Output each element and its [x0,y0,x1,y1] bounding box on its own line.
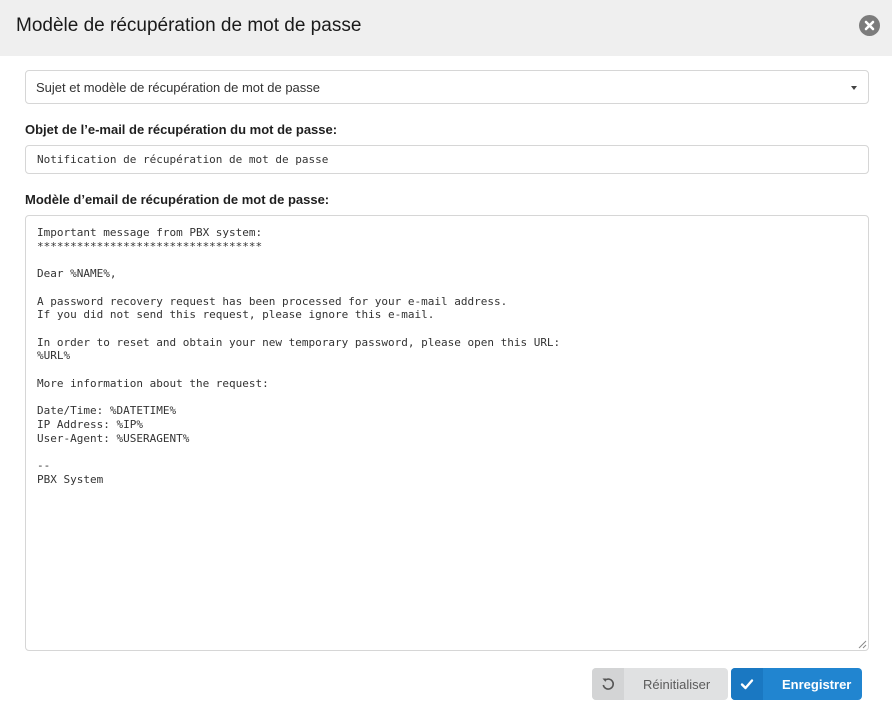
save-button[interactable]: Enregistrer [731,668,862,700]
reset-button[interactable]: Réinitialiser [592,668,728,700]
close-icon [864,20,875,31]
subject-label: Objet de l’e-mail de récupération du mot… [25,122,338,137]
resize-grip-icon[interactable] [858,640,867,649]
close-button[interactable] [859,15,880,36]
save-button-label: Enregistrer [782,677,852,692]
reset-icon-box [592,668,624,700]
modal-title: Modèle de récupération de mot de passe [16,15,362,36]
modal-header: Modèle de récupération de mot de passe [0,0,892,56]
checkmark-icon [740,679,754,690]
dropdown-selected-value: Sujet et modèle de récupération de mot d… [36,80,321,95]
subject-input[interactable]: Notification de récupération de mot de p… [25,145,869,174]
reset-button-label: Réinitialiser [643,677,711,692]
template-body: Important message from PBX system: *****… [37,226,561,486]
template-textarea[interactable]: Important message from PBX system: *****… [25,215,869,651]
save-icon-box [731,668,763,700]
caret-down-icon [851,86,857,90]
undo-icon [602,678,614,690]
template-type-dropdown[interactable]: Sujet et modèle de récupération de mot d… [25,70,869,104]
template-label: Modèle d’email de récupération de mot de… [25,192,330,207]
